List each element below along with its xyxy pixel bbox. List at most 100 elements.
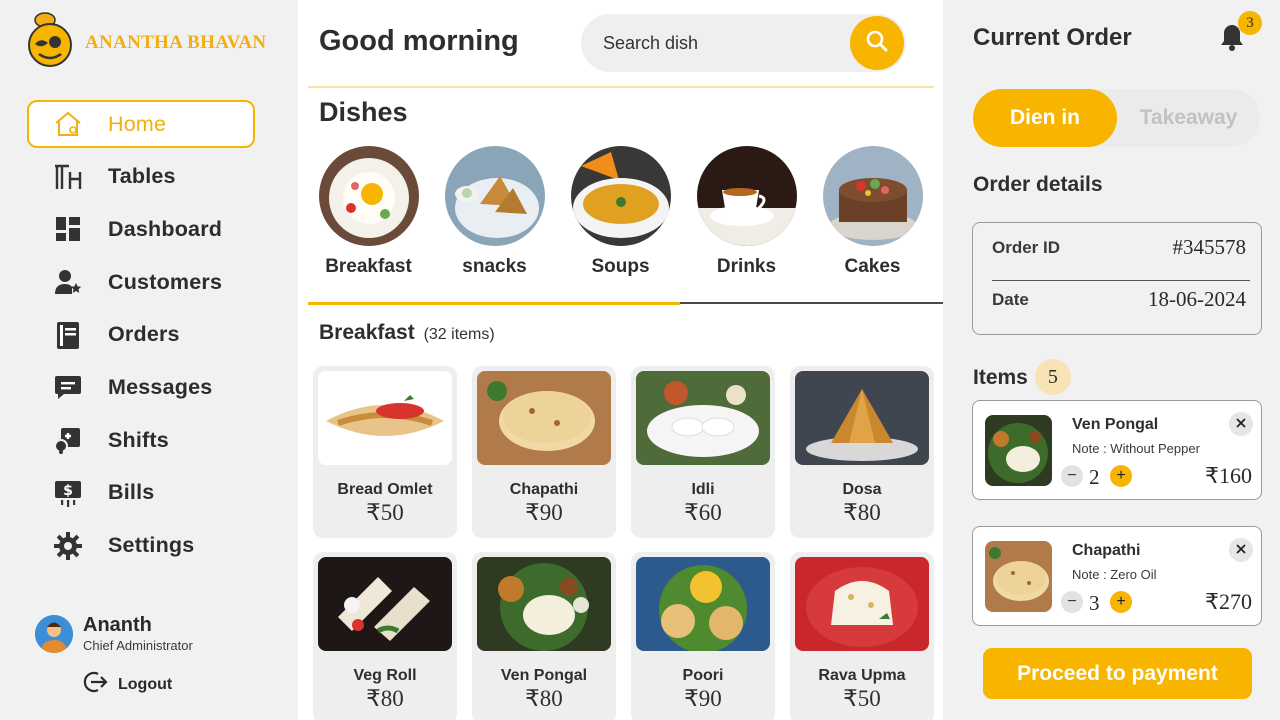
plus-icon: + — [1116, 467, 1126, 484]
order-item-note: Note : Zero Oil — [1072, 567, 1157, 582]
sidebar-item-bills[interactable]: $ Bills — [27, 469, 255, 517]
dish-name: Chapathi — [509, 481, 579, 498]
dish-image — [636, 557, 770, 651]
category-cakes[interactable]: Cakes — [812, 146, 933, 278]
category-breakfast[interactable]: Breakfast — [308, 146, 429, 278]
remove-item-button[interactable] — [1229, 538, 1253, 562]
bell-icon — [1219, 25, 1245, 56]
search-button[interactable] — [850, 16, 904, 70]
dish-name: Idli — [691, 481, 715, 498]
sidebar-item-dashboard[interactable]: Dashboard — [27, 205, 255, 253]
listing-count: (32 items) — [423, 326, 495, 343]
dish-image — [318, 371, 452, 465]
order-id-row: Order ID #345578 — [992, 235, 1246, 260]
increase-qty-button[interactable]: + — [1110, 591, 1132, 613]
category-image — [822, 146, 923, 246]
increase-qty-button[interactable]: + — [1110, 465, 1132, 487]
sidebar-nav: Home Tables Dashboard Customers Orders M… — [27, 100, 255, 574]
sidebar-item-home[interactable]: Home — [27, 100, 255, 148]
dish-image — [636, 371, 770, 465]
sidebar-item-label: Dashboard — [108, 216, 223, 241]
user-profile[interactable]: Ananth Chief Administrator — [35, 614, 193, 653]
divider — [308, 86, 934, 88]
order-item-name: Chapathi — [1072, 542, 1141, 559]
dine-in-option[interactable]: Dien in — [973, 89, 1117, 147]
dish-name: Rava Upma — [818, 667, 906, 684]
order-id-value: #345578 — [1172, 235, 1247, 259]
shifts-icon — [53, 425, 83, 455]
proceed-to-payment-button[interactable]: Proceed to payment — [983, 648, 1252, 699]
order-line-item: Chapathi Note : Zero Oil − 3 + ₹270 — [972, 526, 1262, 626]
dish-card[interactable]: Bread Omlet ₹50 — [313, 366, 457, 538]
remove-item-button[interactable] — [1229, 412, 1253, 436]
plus-icon: + — [1116, 593, 1126, 610]
dish-name: Dosa — [842, 481, 882, 498]
order-item-note: Note : Without Pepper — [1072, 441, 1200, 456]
category-active-underline — [308, 302, 680, 305]
dish-card[interactable]: Chapathi ₹90 — [472, 366, 616, 538]
decrease-qty-button[interactable]: − — [1061, 591, 1083, 613]
items-header: Items 5 — [973, 359, 1071, 395]
sidebar-item-label: Settings — [108, 533, 195, 557]
order-item-image — [985, 415, 1052, 486]
dish-price: ₹90 — [684, 686, 722, 711]
sidebar-item-label: Orders — [108, 322, 180, 347]
category-image — [444, 146, 545, 246]
sidebar-item-messages[interactable]: Messages — [27, 363, 255, 411]
bills-icon: $ — [53, 478, 83, 508]
category-image — [696, 146, 797, 246]
sidebar-item-label: Customers — [108, 269, 223, 294]
close-icon — [1236, 541, 1246, 559]
sidebar-item-settings[interactable]: Settings — [27, 522, 255, 570]
chef-logo-icon — [25, 12, 75, 68]
dish-price: ₹80 — [366, 686, 404, 711]
date-label: Date — [992, 289, 1029, 309]
dish-card[interactable]: Veg Roll ₹80 — [313, 552, 457, 720]
category-soups[interactable]: Soups — [560, 146, 681, 278]
main-content: Good morning Dishes Breakfast snacks — [298, 0, 944, 720]
brand[interactable]: ANANTHA BHAVAN — [25, 12, 266, 68]
dish-card[interactable]: Dosa ₹80 — [790, 366, 934, 538]
logout-label: Logout — [118, 675, 173, 693]
category-label: snacks — [462, 256, 527, 277]
decrease-qty-button[interactable]: − — [1061, 465, 1083, 487]
sidebar-item-customers[interactable]: Customers — [27, 258, 255, 306]
order-item-image — [985, 541, 1052, 612]
search-bar — [581, 14, 906, 72]
sidebar-item-tables[interactable]: Tables — [27, 153, 255, 201]
order-panel: Current Order 3 Dien in Takeaway Order d… — [943, 0, 1280, 720]
home-icon — [53, 109, 83, 139]
dish-price: ₹90 — [525, 500, 563, 525]
sidebar-item-orders[interactable]: Orders — [27, 311, 255, 359]
order-item-qty: 2 — [1089, 465, 1100, 489]
category-label: Soups — [591, 256, 650, 277]
order-item-price: ₹270 — [1205, 589, 1252, 614]
sidebar-item-shifts[interactable]: Shifts — [27, 416, 255, 464]
sidebar-item-label: Messages — [108, 374, 213, 399]
order-item-qty: 3 — [1089, 591, 1100, 615]
dish-image — [795, 371, 929, 465]
dish-card[interactable]: Ven Pongal ₹80 — [472, 552, 616, 720]
logout-icon — [82, 669, 108, 700]
order-details-title: Order details — [973, 173, 1103, 196]
logout-button[interactable]: Logout — [82, 669, 172, 700]
notification-button[interactable]: 3 — [1219, 11, 1262, 56]
order-mode-toggle: Dien in Takeaway — [973, 89, 1260, 147]
message-icon — [53, 372, 83, 402]
dish-card[interactable]: Idli ₹60 — [631, 366, 775, 538]
dish-categories: Breakfast snacks Soups Drinks Cakes — [308, 146, 933, 278]
orders-icon — [53, 320, 83, 350]
user-name: Ananth — [83, 614, 152, 636]
close-icon — [1236, 415, 1246, 433]
table-icon — [53, 162, 83, 192]
dish-card[interactable]: Poori ₹90 — [631, 552, 775, 720]
dish-card[interactable]: Rava Upma ₹50 — [790, 552, 934, 720]
date-value: 18-06-2024 — [1148, 287, 1246, 311]
takeaway-option[interactable]: Takeaway — [1117, 89, 1260, 147]
divider — [992, 280, 1250, 281]
category-snacks[interactable]: snacks — [434, 146, 555, 278]
order-details-box: Order ID #345578 Date 18-06-2024 — [972, 222, 1262, 335]
search-input[interactable] — [603, 32, 843, 54]
category-drinks[interactable]: Drinks — [686, 146, 807, 278]
dashboard-icon — [53, 214, 83, 244]
